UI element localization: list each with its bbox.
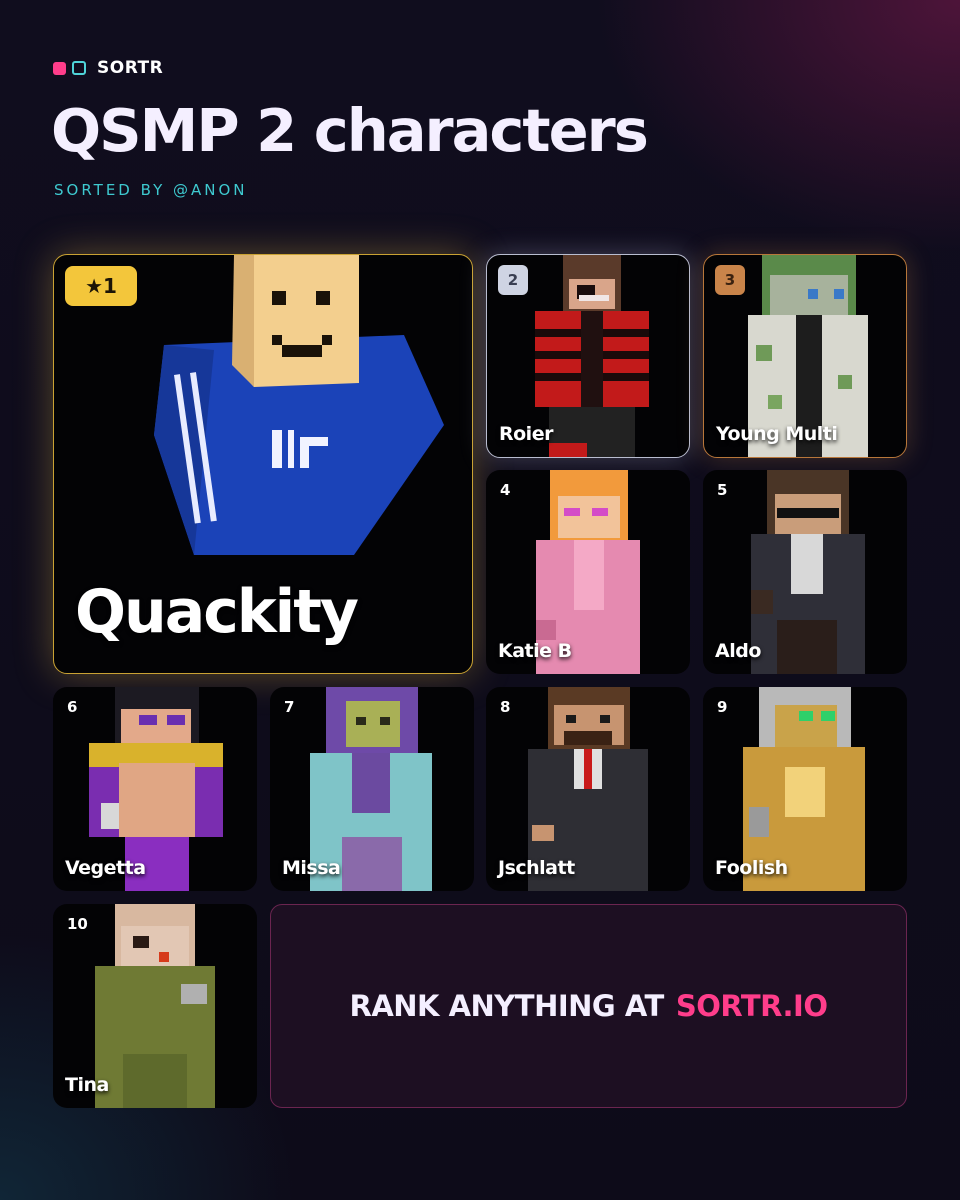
cta-label: RANK ANYTHING AT: [349, 989, 664, 1023]
aldo-skin-image: [747, 470, 867, 674]
cta-text: RANK ANYTHING AT SORTR.IO: [349, 989, 828, 1023]
logo-cyan-square-icon: [72, 61, 86, 75]
quackity-skin-image: [154, 255, 464, 565]
logo-pink-square-icon: [53, 61, 66, 75]
rank-badge-6: 6: [67, 698, 78, 716]
rank-badge-1: ★1: [65, 266, 137, 306]
entry-name-2: Roier: [499, 423, 553, 445]
brand-logo: SORTR: [53, 58, 163, 78]
rank-badge-7: 7: [284, 698, 295, 716]
rank-card-2[interactable]: 2 Roier: [486, 254, 690, 458]
sorted-by-label: SORTED BY @ANON: [54, 181, 248, 199]
rank-card-1[interactable]: ★1 Quackity: [53, 254, 473, 674]
rank-badge-3: 3: [715, 265, 745, 295]
rank-badge-8: 8: [500, 698, 511, 716]
rank-card-8[interactable]: 8 Jschlatt: [486, 687, 690, 891]
rank-badge-9: 9: [717, 698, 728, 716]
entry-name-3: Young Multi: [716, 423, 838, 445]
rank-card-10[interactable]: 10 Tina: [53, 904, 257, 1108]
entry-name-10: Tina: [65, 1074, 109, 1096]
entry-name-4: Katie B: [498, 640, 572, 662]
cta-link[interactable]: SORTR.IO: [676, 989, 828, 1023]
rank-badge-2: 2: [498, 265, 528, 295]
rank-card-9[interactable]: 9 Foolish: [703, 687, 907, 891]
rank-card-4[interactable]: 4 Katie B: [486, 470, 690, 674]
tina-skin-image: [93, 904, 217, 1108]
rank-card-3[interactable]: 3 Young Multi: [703, 254, 907, 458]
rank-badge-5: 5: [717, 481, 728, 499]
page-title: QSMP 2 characters: [51, 96, 649, 165]
entry-name-9: Foolish: [715, 857, 788, 879]
entry-name-6: Vegetta: [65, 857, 146, 879]
rank-card-7[interactable]: 7 Missa: [270, 687, 474, 891]
entry-name-7: Missa: [282, 857, 341, 879]
rank-card-6[interactable]: 6 Vegetta: [53, 687, 257, 891]
entry-name-8: Jschlatt: [498, 857, 575, 879]
brand-name: SORTR: [97, 58, 164, 78]
entry-name-5: Aldo: [715, 640, 761, 662]
rank-badge-4: 4: [500, 481, 511, 499]
rank-card-5[interactable]: 5 Aldo: [703, 470, 907, 674]
entry-name-1: Quackity: [75, 577, 359, 647]
cta-banner[interactable]: RANK ANYTHING AT SORTR.IO: [270, 904, 907, 1108]
rank-badge-10: 10: [67, 915, 88, 933]
